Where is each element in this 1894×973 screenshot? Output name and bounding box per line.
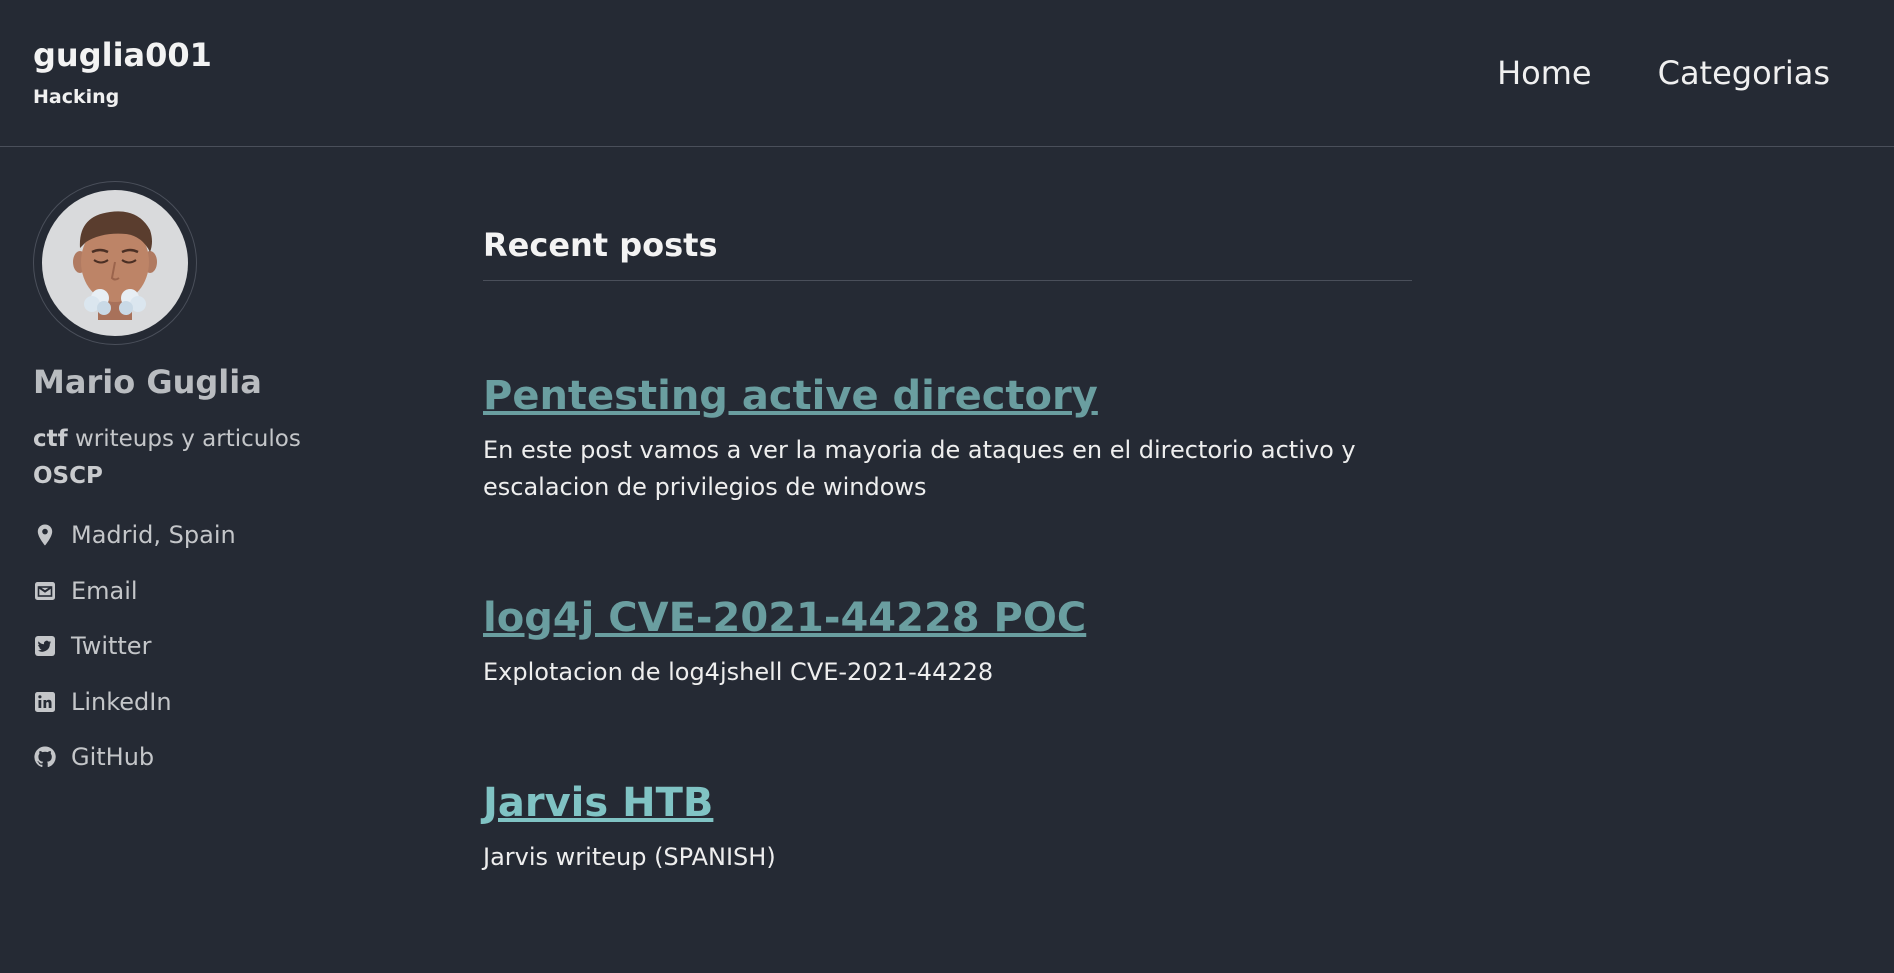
avatar-frame [33, 181, 197, 345]
masthead: guglia001 Hacking Home Categorias [0, 0, 1894, 147]
github-link[interactable]: GitHub [71, 743, 154, 771]
author-sidebar: Mario Guglia ctf writeups y articulos OS… [33, 181, 393, 795]
author-bio: ctf writeups y articulos OSCP [33, 421, 393, 495]
map-marker-icon [37, 524, 53, 546]
linkedin-icon [35, 691, 55, 712]
twitter-link[interactable]: Twitter [71, 632, 151, 660]
post-item: log4j CVE-2021-44228 POC Explotacion de … [483, 596, 1412, 691]
section-title: Recent posts [483, 226, 1412, 281]
author-name: Mario Guglia [33, 363, 262, 401]
location-label: Madrid, Spain [71, 521, 236, 549]
post-excerpt: Jarvis writeup (SPANISH) [483, 843, 776, 871]
github-icon [34, 746, 56, 768]
main-content: Recent posts Pentesting active directory… [483, 226, 1412, 871]
main-nav: Home Categorias [1497, 54, 1830, 92]
author-bio-line-2: OSCP [33, 458, 393, 495]
author-bio-cert: OSCP [33, 463, 103, 489]
author-link-github[interactable]: GitHub [33, 739, 393, 775]
author-link-twitter[interactable]: Twitter [33, 628, 393, 664]
post-item: Pentesting active directory En este post… [483, 374, 1412, 506]
envelope-icon [35, 581, 55, 600]
nav-categorias[interactable]: Categorias [1658, 54, 1830, 92]
author-bio-line-1: ctf writeups y articulos [33, 421, 393, 458]
post-title-link[interactable]: Jarvis HTB [483, 781, 713, 825]
post-item: Jarvis HTB Jarvis writeup (SPANISH) [483, 781, 1412, 876]
post-excerpt: En este post vamos a ver la mayoria de a… [483, 436, 1356, 501]
author-bio-text: writeups y articulos [67, 426, 301, 452]
avatar [42, 190, 188, 336]
author-links: Madrid, Spain Email Twitter LinkedIn Git… [33, 517, 393, 775]
post-excerpt: Explotacion de log4jshell CVE-2021-44228 [483, 658, 994, 686]
linkedin-link[interactable]: LinkedIn [71, 688, 172, 716]
email-link[interactable]: Email [71, 577, 138, 605]
author-bio-bold: ctf [33, 426, 68, 452]
memoji-avatar-icon [73, 211, 157, 320]
site-title-link[interactable]: guglia001 [33, 37, 212, 73]
post-title-link[interactable]: log4j CVE-2021-44228 POC [483, 596, 1086, 640]
author-location: Madrid, Spain [33, 517, 393, 553]
author-link-email[interactable]: Email [33, 573, 393, 609]
nav-home[interactable]: Home [1497, 54, 1592, 92]
post-title-link[interactable]: Pentesting active directory [483, 374, 1098, 418]
site-subtitle: Hacking [33, 86, 120, 108]
twitter-icon [35, 636, 55, 656]
author-link-linkedin[interactable]: LinkedIn [33, 684, 393, 720]
